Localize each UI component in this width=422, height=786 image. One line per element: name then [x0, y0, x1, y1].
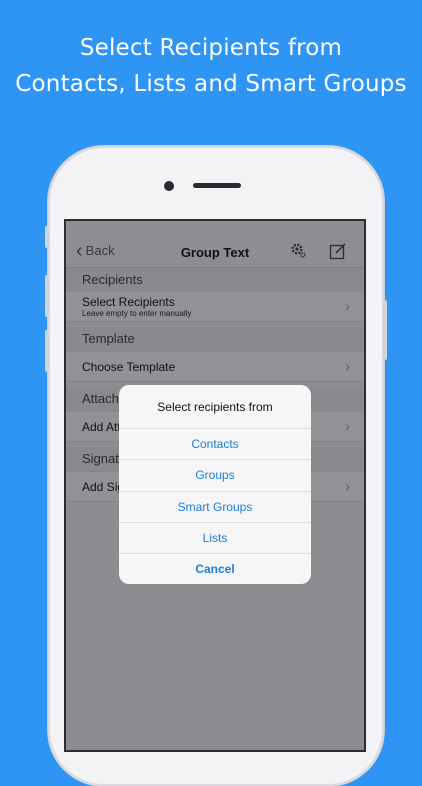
phone-volume-up [45, 275, 49, 317]
chevron-right-icon: › [345, 478, 350, 494]
lists-option-button[interactable]: Lists [119, 522, 311, 553]
add-signature-label: Add Sig [82, 480, 125, 494]
chevron-right-icon: › [345, 418, 350, 434]
navigation-bar: ‹ Back Group Text [66, 221, 364, 268]
select-recipients-dialog: Select recipients from Contacts Groups S… [119, 385, 311, 584]
chevron-right-icon: › [345, 358, 350, 374]
select-recipients-label: Select Recipients [82, 295, 175, 309]
earpiece-speaker [193, 183, 241, 188]
section-header-template: Template [66, 327, 364, 351]
headline: Select Recipients from Contacts, Lists a… [0, 30, 422, 102]
add-attachment-label: Add Att [82, 420, 121, 434]
groups-option-button[interactable]: Groups [119, 459, 311, 490]
compose-icon[interactable] [329, 242, 347, 265]
contacts-option-button[interactable]: Contacts [119, 428, 311, 459]
front-camera [164, 181, 174, 191]
smart-groups-option-button[interactable]: Smart Groups [119, 491, 311, 522]
gear-icon[interactable] [290, 242, 306, 263]
phone-mute-switch [45, 226, 49, 248]
headline-line-1: Select Recipients from [79, 35, 343, 61]
select-recipients-sub: Leave empty to enter manually [82, 309, 192, 318]
nav-title: Group Text [180, 245, 250, 260]
phone-power-button [383, 300, 387, 360]
row-select-recipients[interactable]: Select Recipients Leave empty to enter m… [66, 291, 364, 322]
section-header-recipients: Recipients [66, 268, 364, 292]
phone-volume-down [45, 330, 49, 372]
cancel-button[interactable]: Cancel [119, 553, 311, 584]
chevron-right-icon: › [345, 298, 350, 314]
row-choose-template[interactable]: Choose Template › [66, 351, 364, 382]
choose-template-label: Choose Template [82, 360, 176, 374]
headline-line-2: Contacts, Lists and Smart Groups [15, 71, 407, 97]
dialog-title: Select recipients from [157, 400, 273, 414]
